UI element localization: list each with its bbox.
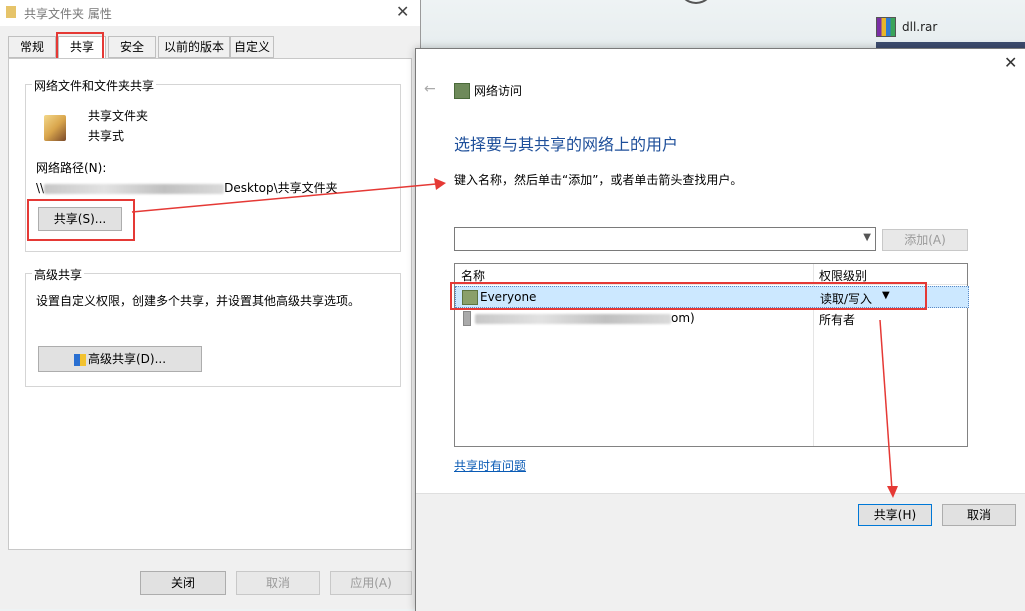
tab-general[interactable]: 常规 xyxy=(8,36,56,58)
add-button[interactable]: 添加(A) xyxy=(882,229,968,251)
tab-customize[interactable]: 自定义 xyxy=(230,36,274,58)
network-path-prefix: \\ xyxy=(36,181,45,195)
redacted-path xyxy=(44,183,225,194)
user-icon xyxy=(463,311,471,326)
cancel-button[interactable]: 取消 xyxy=(236,571,320,595)
properties-title: 共享文件夹 属性 xyxy=(24,7,112,21)
instruction-text: 键入名称，然后单击“添加”，或者单击箭头查找用户。 xyxy=(454,173,743,187)
desktop-circle-icon xyxy=(678,0,714,4)
shield-icon xyxy=(73,353,86,366)
desktop-file-dll[interactable]: dll.rar xyxy=(876,16,1016,38)
network-users-icon xyxy=(454,83,470,99)
page-title: 选择要与其共享的网络上的用户 xyxy=(454,135,679,154)
share-confirm-button[interactable]: 共享(H) xyxy=(858,504,932,526)
apply-button[interactable]: 应用(A) xyxy=(330,571,412,595)
properties-dialog: 共享文件夹 属性 ✕ 常规 共享 安全 以前的版本 自定义 网络文件和文件夹共享… xyxy=(0,0,421,609)
share-status: 共享式 xyxy=(88,129,125,143)
shared-folder-icon xyxy=(44,115,66,141)
redacted-user xyxy=(475,313,671,324)
highlight-share-button xyxy=(27,199,135,241)
network-path-value: \\ Desktop\共享文件夹 xyxy=(36,179,338,196)
advanced-sharing-group-label: 高级共享 xyxy=(32,266,85,283)
advanced-sharing-description: 设置自定义权限，创建多个共享，并设置其他高级共享选项。 xyxy=(36,294,361,308)
close-button[interactable]: 关闭 xyxy=(140,571,226,595)
user-name-combobox[interactable]: ▼ xyxy=(454,227,876,251)
advanced-sharing-button-label: 高级共享(D)... xyxy=(87,352,167,366)
user-name: om) xyxy=(475,311,695,325)
chevron-down-icon[interactable]: ▼ xyxy=(863,232,871,243)
folder-name: 共享文件夹 xyxy=(88,109,149,123)
properties-titlebar: 共享文件夹 属性 ✕ xyxy=(0,0,420,26)
advanced-sharing-group: 高级共享 设置自定义权限，创建多个共享，并设置其他高级共享选项。 高级共享(D)… xyxy=(25,266,401,387)
back-arrow-icon[interactable]: ← xyxy=(424,81,436,97)
close-icon[interactable]: ✕ xyxy=(1004,53,1017,72)
highlight-everyone-row xyxy=(450,282,927,310)
network-access-title: 网络访问 xyxy=(474,84,523,98)
dialog-footer: 共享(H) 取消 xyxy=(416,493,1025,611)
sharing-page: 网络文件和文件夹共享 共享文件夹 共享式 网络路径(N): \\ Desktop\… xyxy=(8,58,412,550)
sharing-help-link[interactable]: 共享时有问题 xyxy=(454,457,526,474)
network-path-suffix: Desktop\共享文件夹 xyxy=(224,181,338,195)
tab-security[interactable]: 安全 xyxy=(108,36,156,58)
network-sharing-group-label: 网络文件和文件夹共享 xyxy=(32,77,157,94)
advanced-sharing-button[interactable]: 高级共享(D)... xyxy=(38,346,202,372)
folder-icon xyxy=(6,6,16,18)
rar-archive-icon xyxy=(876,17,896,37)
close-icon[interactable]: ✕ xyxy=(396,2,409,21)
permission-level: 所有者 xyxy=(819,313,856,327)
tab-previous-versions[interactable]: 以前的版本 xyxy=(158,36,230,58)
network-access-dialog: ← 网络访问 ✕ 选择要与其共享的网络上的用户 键入名称，然后单击“添加”，或者… xyxy=(415,48,1025,611)
network-path-label: 网络路径(N): xyxy=(36,161,107,175)
list-item-owner[interactable]: om) 所有者 xyxy=(455,308,967,328)
cancel-button[interactable]: 取消 xyxy=(942,504,1016,526)
desktop-file-label: dll.rar xyxy=(902,20,938,34)
